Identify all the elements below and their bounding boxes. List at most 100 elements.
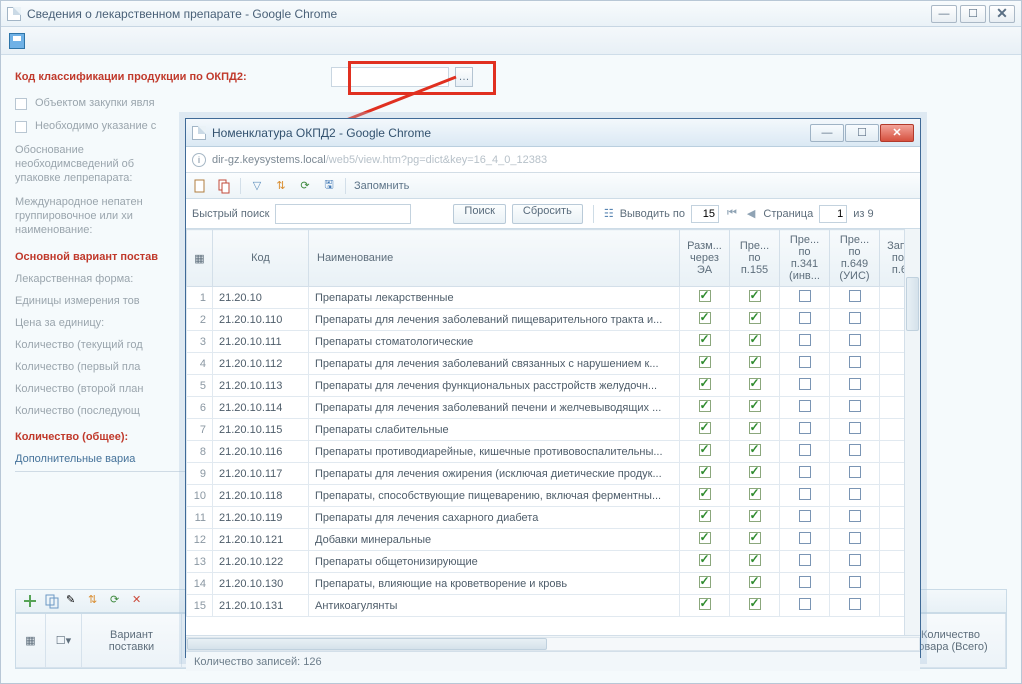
cell-check-ea[interactable] — [680, 397, 730, 419]
quick-search-input[interactable] — [275, 204, 411, 224]
prev-page-button[interactable]: ◀ — [745, 207, 757, 220]
cell-check-155[interactable] — [730, 529, 780, 551]
table-row[interactable]: 721.20.10.115Препараты слабительные — [187, 419, 920, 441]
copy-doc-icon[interactable] — [216, 178, 232, 194]
outer-minimize-button[interactable]: ― — [931, 5, 957, 23]
cell-check-649[interactable] — [830, 507, 880, 529]
cell-check-ea[interactable] — [680, 485, 730, 507]
sort-az-icon[interactable]: ⇅ — [273, 178, 289, 194]
refresh-icon[interactable]: ⟳ — [297, 178, 313, 194]
cell-check-ea[interactable] — [680, 309, 730, 331]
cell-check-ea[interactable] — [680, 287, 730, 309]
grid-select-header[interactable]: ▦ — [16, 614, 46, 668]
popup-close-button[interactable]: ✕ — [880, 124, 914, 142]
cell-check-155[interactable] — [730, 441, 780, 463]
cell-check-649[interactable] — [830, 353, 880, 375]
search-button[interactable]: Поиск — [453, 204, 505, 224]
outer-maximize-button[interactable]: ☐ — [960, 5, 986, 23]
table-row[interactable]: 1321.20.10.122Препараты общетонизирующие — [187, 551, 920, 573]
popup-maximize-button[interactable]: ☐ — [845, 124, 879, 142]
table-row[interactable]: 821.20.10.116Препараты противодиарейные,… — [187, 441, 920, 463]
sort-icon[interactable]: ⇅ — [88, 593, 104, 609]
col-c3[interactable]: Пре... по п.341 (инв... — [780, 230, 830, 287]
cell-check-649[interactable] — [830, 463, 880, 485]
col-c2[interactable]: Пре... по п.155 — [730, 230, 780, 287]
cell-check-ea[interactable] — [680, 331, 730, 353]
cell-check-ea[interactable] — [680, 551, 730, 573]
cell-check-ea[interactable] — [680, 353, 730, 375]
table-row[interactable]: 121.20.10Препараты лекарственные — [187, 287, 920, 309]
checkbox-icon[interactable] — [15, 98, 27, 110]
cell-check-ea[interactable] — [680, 529, 730, 551]
cell-check-155[interactable] — [730, 419, 780, 441]
grid-checkbox-header[interactable]: ☐▾ — [46, 614, 82, 668]
cell-check-341[interactable] — [780, 375, 830, 397]
cell-check-155[interactable] — [730, 485, 780, 507]
refresh-icon[interactable]: ⟳ — [110, 593, 126, 609]
cell-check-649[interactable] — [830, 595, 880, 617]
outer-close-button[interactable]: ✕ — [989, 5, 1015, 23]
remember-link[interactable]: Запомнить — [354, 180, 409, 192]
cell-check-ea[interactable] — [680, 375, 730, 397]
first-page-button[interactable]: ⏮ — [725, 207, 739, 220]
new-doc-icon[interactable] — [192, 178, 208, 194]
cell-check-649[interactable] — [830, 331, 880, 353]
col-selector[interactable]: ▦ — [187, 230, 213, 287]
cell-check-155[interactable] — [730, 397, 780, 419]
cell-check-ea[interactable] — [680, 507, 730, 529]
cell-check-649[interactable] — [830, 573, 880, 595]
cell-check-649[interactable] — [830, 441, 880, 463]
cell-check-ea[interactable] — [680, 573, 730, 595]
cell-check-649[interactable] — [830, 375, 880, 397]
cell-check-155[interactable] — [730, 287, 780, 309]
vertical-scrollbar[interactable] — [904, 229, 920, 635]
cell-check-155[interactable] — [730, 595, 780, 617]
popup-minimize-button[interactable]: ― — [810, 124, 844, 142]
page-input[interactable] — [819, 205, 847, 223]
cell-check-341[interactable] — [780, 507, 830, 529]
cell-check-155[interactable] — [730, 507, 780, 529]
col-code[interactable]: Код — [213, 230, 309, 287]
settings-output-icon[interactable]: ☷ — [604, 207, 614, 220]
table-row[interactable]: 1121.20.10.119Препараты для лечения саха… — [187, 507, 920, 529]
cell-check-341[interactable] — [780, 331, 830, 353]
cell-check-ea[interactable] — [680, 595, 730, 617]
export-icon[interactable]: 🖫 — [321, 178, 337, 194]
col-name[interactable]: Наименование — [309, 230, 680, 287]
table-row[interactable]: 621.20.10.114Препараты для лечения забол… — [187, 397, 920, 419]
cell-check-649[interactable] — [830, 551, 880, 573]
table-row[interactable]: 221.20.10.110Препараты для лечения забол… — [187, 309, 920, 331]
filter-icon[interactable]: ▽ — [249, 178, 265, 194]
cell-check-ea[interactable] — [680, 419, 730, 441]
cell-check-341[interactable] — [780, 529, 830, 551]
cell-check-155[interactable] — [730, 573, 780, 595]
cell-check-649[interactable] — [830, 485, 880, 507]
cell-check-341[interactable] — [780, 441, 830, 463]
table-row[interactable]: 1221.20.10.121Добавки минеральные — [187, 529, 920, 551]
table-row[interactable]: 521.20.10.113Препараты для лечения функц… — [187, 375, 920, 397]
table-row[interactable]: 1421.20.10.130Препараты, влияющие на кро… — [187, 573, 920, 595]
cell-check-155[interactable] — [730, 353, 780, 375]
cell-check-ea[interactable] — [680, 463, 730, 485]
cell-check-341[interactable] — [780, 397, 830, 419]
grid-header-variant[interactable]: Вариант поставки — [82, 614, 182, 668]
cell-check-155[interactable] — [730, 309, 780, 331]
cell-check-155[interactable] — [730, 331, 780, 353]
save-icon[interactable] — [9, 33, 25, 49]
cell-check-341[interactable] — [780, 419, 830, 441]
info-icon[interactable]: i — [192, 153, 206, 167]
checkbox-icon[interactable] — [15, 121, 27, 133]
cell-check-155[interactable] — [730, 551, 780, 573]
cell-check-341[interactable] — [780, 287, 830, 309]
edit-row-icon[interactable]: ✎ — [66, 593, 82, 609]
table-row[interactable]: 1521.20.10.131Антикоагулянты — [187, 595, 920, 617]
cell-check-155[interactable] — [730, 375, 780, 397]
cell-check-649[interactable] — [830, 287, 880, 309]
cell-check-341[interactable] — [780, 353, 830, 375]
cell-check-649[interactable] — [830, 529, 880, 551]
cell-check-341[interactable] — [780, 309, 830, 331]
cell-check-341[interactable] — [780, 485, 830, 507]
cell-check-ea[interactable] — [680, 441, 730, 463]
cell-check-649[interactable] — [830, 419, 880, 441]
cell-check-155[interactable] — [730, 463, 780, 485]
